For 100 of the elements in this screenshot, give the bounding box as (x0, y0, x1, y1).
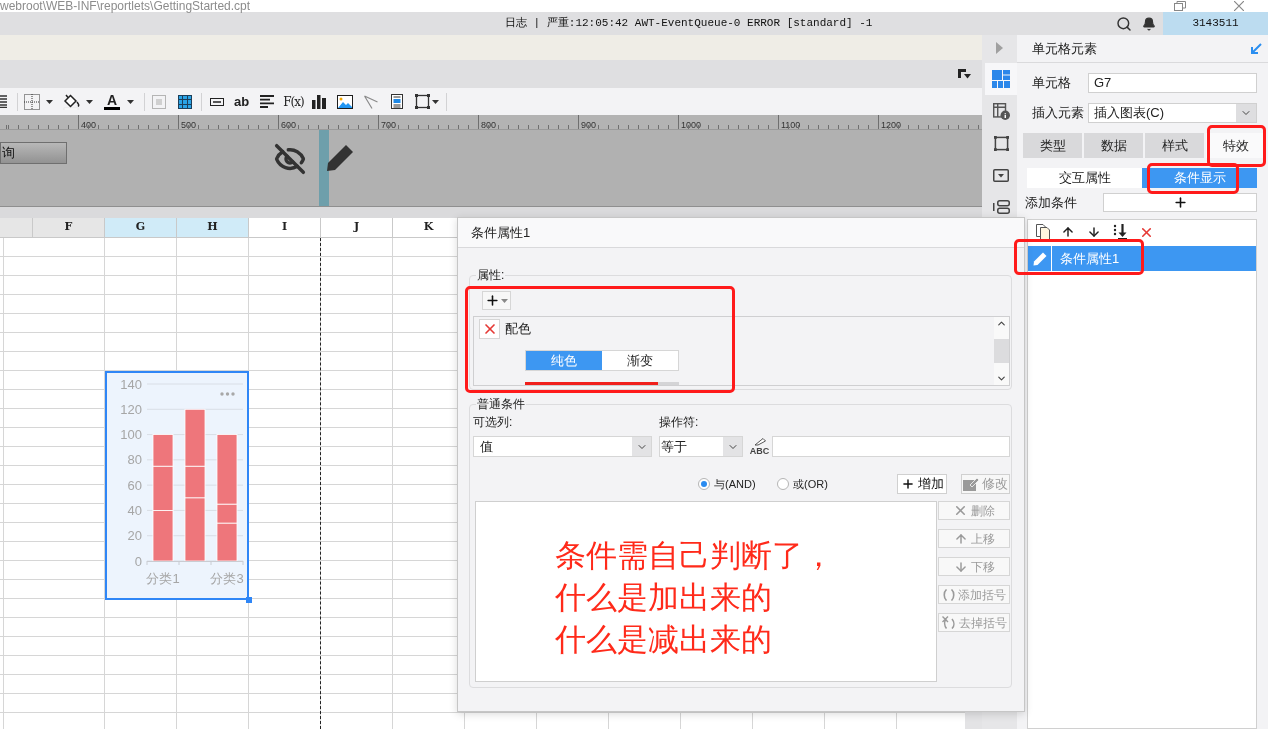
chevron-down-icon[interactable] (996, 373, 1007, 384)
ruler-label: 400 (81, 120, 97, 129)
ruler-label: 500 (181, 120, 197, 129)
file-path: webroot\WEB-INF\reportlets\GettingStarted.cpt (0, 0, 251, 12)
bar-chart-icon[interactable] (311, 94, 326, 109)
remove-parentheses-icon (941, 616, 956, 629)
group-label: 普通条件 (476, 397, 526, 411)
arrow-down-icon[interactable] (1087, 225, 1101, 239)
tab[interactable]: 样式 (1145, 133, 1204, 158)
y-axis-label: 60 (127, 477, 142, 493)
field-label: 操作符: (659, 413, 699, 431)
square-icon (993, 135, 1009, 151)
borders-icon[interactable] (24, 93, 40, 110)
column-header[interactable]: H (177, 218, 249, 238)
field-label: 插入元素 (1031, 104, 1085, 123)
corner-caret-icon[interactable] (958, 69, 971, 79)
align-icon[interactable] (0, 95, 7, 108)
bar-segment (152, 465, 174, 511)
y-axis-label: 80 (127, 452, 142, 468)
scrollbar-thumb[interactable] (994, 339, 1009, 363)
column-select[interactable]: 值 (473, 436, 652, 457)
ruler-label: 600 (281, 120, 297, 129)
merge-cells-icon[interactable] (152, 94, 166, 109)
plus-icon (900, 477, 915, 491)
stack-icon (992, 200, 1010, 214)
parentheses-icon (942, 588, 955, 601)
arrow-down-icon (953, 559, 968, 574)
radio-label: 与(AND) (714, 476, 756, 492)
pencil-icon (1032, 251, 1047, 266)
column-header[interactable]: G (105, 218, 177, 238)
bar-segment (152, 510, 174, 562)
y-axis-label: 40 (127, 502, 142, 518)
text-field-icon[interactable] (210, 97, 224, 106)
tab[interactable]: 类型 (1023, 133, 1082, 158)
tab[interactable]: 数据 (1084, 133, 1143, 158)
plus-icon (485, 293, 500, 308)
group-label: 属性: (476, 268, 506, 282)
grid-icon (992, 70, 1010, 88)
close-icon[interactable] (1234, 1, 1244, 11)
column-header[interactable]: J (321, 218, 393, 238)
arrow-up-icon[interactable] (1061, 225, 1075, 239)
move-to-bottom-icon[interactable] (1113, 224, 1127, 240)
ruler-label: 800 (481, 120, 497, 129)
table-info-icon (992, 102, 1010, 120)
annotation-text: 条件需自己判断了， (555, 537, 835, 575)
column-header[interactable]: F (33, 218, 105, 238)
resize-handle[interactable] (246, 597, 252, 603)
field-label: 单元格 (1031, 74, 1072, 93)
paint-bucket-icon[interactable] (63, 93, 80, 110)
sub-tab[interactable]: 交互属性 (1027, 168, 1142, 188)
y-axis-label: 140 (120, 376, 142, 392)
log-message: 日志 | 严重:12:05:42 AWT-EventQueue-0 ERROR [standard] -1 (505, 16, 873, 32)
edit-icon (963, 477, 979, 491)
align-left-icon[interactable] (260, 95, 275, 108)
panel-title: 单元格元素 (1032, 39, 1097, 58)
eye-slash-icon[interactable] (274, 143, 306, 175)
field-label: 可选列: (473, 413, 514, 431)
insert-select[interactable]: 插入图表(C) (1088, 103, 1257, 123)
bar-segment (152, 434, 174, 467)
remove-button[interactable] (479, 319, 500, 339)
add-condition-button[interactable] (1103, 193, 1257, 212)
caret-icon (127, 99, 134, 104)
scrollbar[interactable] (994, 317, 1009, 385)
y-axis-label: 100 (120, 427, 142, 443)
cell-input[interactable]: G7 (1088, 73, 1257, 93)
add-button[interactable]: 增加 (897, 474, 947, 494)
query-button[interactable]: 询 (0, 142, 67, 164)
restore-icon[interactable] (1174, 1, 1186, 11)
frame-icon[interactable] (414, 94, 430, 109)
document-icon[interactable] (390, 94, 403, 109)
formula-button[interactable]: F(x) (283, 94, 304, 109)
text-button[interactable]: ab (234, 94, 250, 109)
caret-icon (501, 298, 508, 303)
value-input[interactable] (772, 436, 1010, 457)
formula-editor-button[interactable]: ABC (748, 436, 771, 457)
copy-icon[interactable] (1036, 224, 1050, 240)
bell-icon[interactable] (1142, 16, 1156, 31)
pencil-icon (326, 144, 354, 172)
diagonal-arrow-icon[interactable] (1250, 42, 1262, 55)
tab[interactable]: 特效 (1206, 133, 1265, 158)
table-icon[interactable] (178, 94, 192, 109)
font-color-button[interactable]: A (104, 93, 120, 110)
field-label: 添加条件 (1024, 193, 1078, 212)
radio-button[interactable] (698, 478, 710, 490)
operator-select[interactable]: 等于 (659, 436, 743, 457)
radio-button[interactable] (777, 478, 789, 490)
caret-icon (86, 99, 93, 104)
x-axis-label: 分类3 (210, 571, 244, 586)
add-property-button[interactable] (482, 291, 511, 310)
x-axis-label: 分类1 (146, 571, 180, 586)
ruler-label: 700 (381, 120, 397, 129)
column-header[interactable]: I (249, 218, 321, 238)
slash-icon[interactable] (363, 94, 378, 109)
image-icon[interactable] (336, 94, 353, 109)
dropdown-box-icon (993, 168, 1009, 182)
splitter-handle[interactable] (319, 130, 329, 206)
y-axis-label: 0 (134, 553, 142, 569)
dialog-title: 条件属性1 (471, 223, 531, 242)
search-icon[interactable] (1116, 15, 1132, 32)
user-id-label: 3143511 (1163, 12, 1268, 35)
